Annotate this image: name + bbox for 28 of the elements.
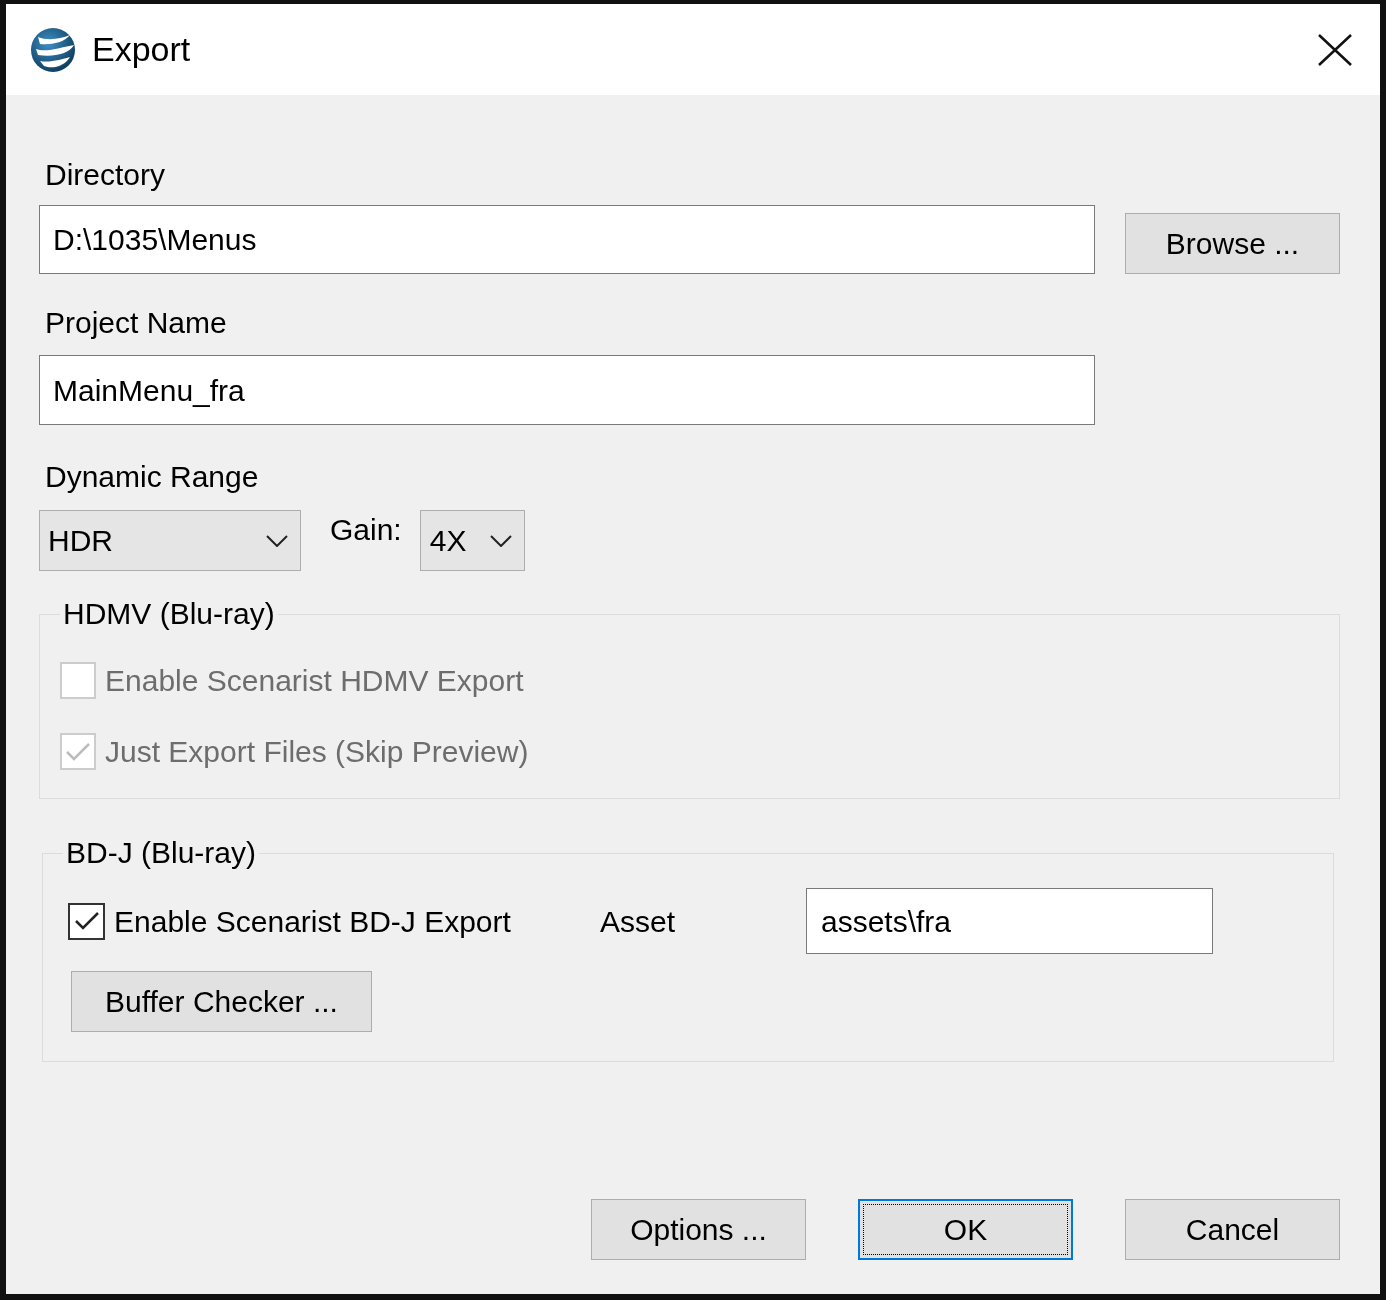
- push-button[interactable]: Cancel: [1125, 1199, 1340, 1260]
- asset-label: Asset: [600, 903, 676, 940]
- directory-field[interactable]: D:\1035\Menus: [39, 205, 1095, 274]
- push-button[interactable]: OK: [858, 1199, 1073, 1260]
- dynamic-range-select[interactable]: HDR: [39, 510, 301, 571]
- field-label: Directory: [45, 157, 165, 193]
- sphere-logo-icon: [30, 26, 76, 73]
- checkmark-icon: [73, 911, 100, 931]
- checkbox-label: Enable Scenarist HDMV Export: [105, 663, 524, 699]
- push-button[interactable]: Options ...: [591, 1199, 806, 1260]
- chevron-down-icon: [489, 534, 512, 547]
- close-icon[interactable]: [1318, 33, 1352, 66]
- checkbox-label: Enable Scenarist BD-J Export: [114, 903, 511, 940]
- push-button[interactable]: Browse ...: [1125, 213, 1340, 274]
- group-title: BD-J (Blu-ray): [65, 835, 257, 871]
- chevron-down-icon: [266, 534, 288, 547]
- gain-label: Gain:: [330, 512, 402, 548]
- checkbox[interactable]: [68, 902, 105, 940]
- project-name-field[interactable]: MainMenu_fra: [39, 355, 1095, 425]
- window-title: Export: [92, 29, 191, 70]
- checkmark-icon: [65, 741, 91, 762]
- field-label: Project Name: [45, 305, 227, 341]
- asset-field[interactable]: assets\fra: [806, 888, 1213, 954]
- checkbox-label: Just Export Files (Skip Preview): [105, 734, 529, 770]
- field-label: Dynamic Range: [45, 459, 259, 495]
- push-button[interactable]: Buffer Checker ...: [71, 971, 372, 1032]
- group-title: HDMV (Blu-ray): [62, 596, 276, 632]
- gain-select[interactable]: 4X: [419, 510, 525, 571]
